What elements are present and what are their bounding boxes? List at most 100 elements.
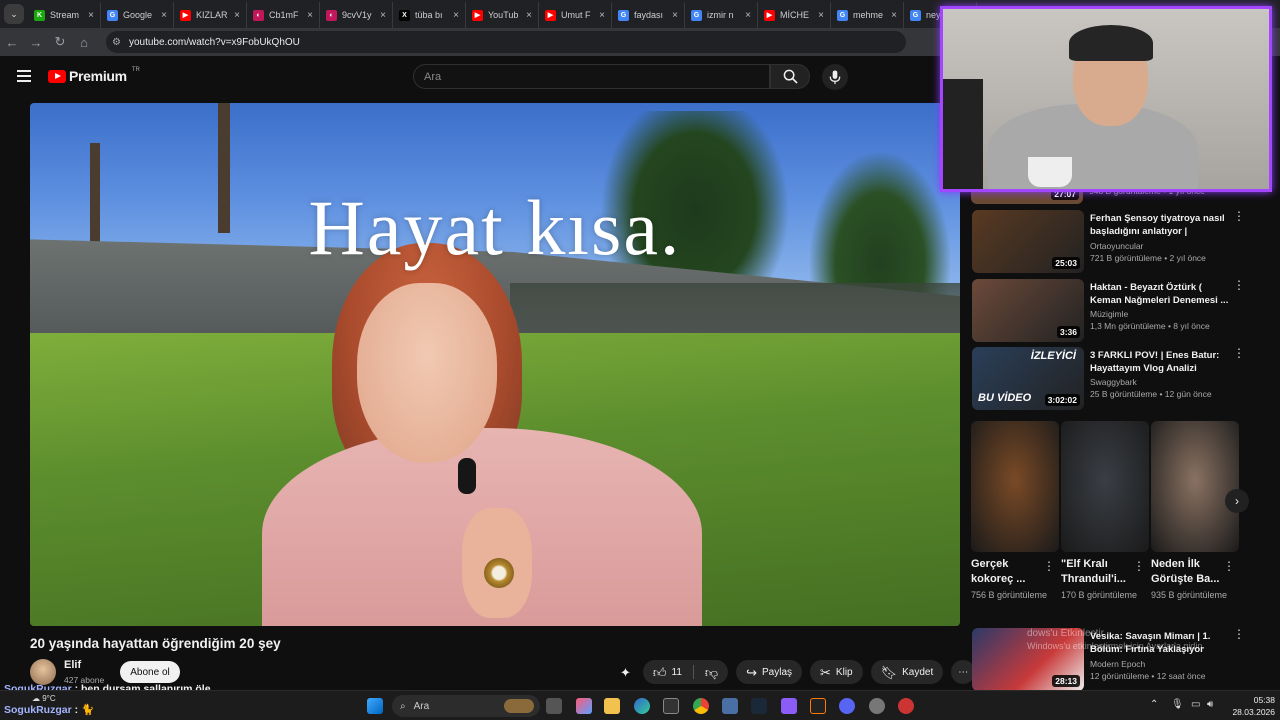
sidebar-video[interactable]: İZLEYİCİ BU VİDEO 3:02:02 3 FARKLI POV! |… [971,347,1251,411]
browser-tab[interactable]: ◐ Cb1mF × [247,2,320,28]
home-button[interactable]: ⌂ [72,35,96,50]
short-thumbnail[interactable] [971,421,1059,552]
store-icon[interactable] [663,698,679,714]
close-icon[interactable]: × [453,10,459,21]
short-title[interactable]: "Elf Kralı Thranduil'i... [1061,557,1141,587]
system-clock[interactable]: 05:38 28.03.2026 [1225,694,1275,718]
gift-icon[interactable]: ✦ [620,666,631,679]
short-title[interactable]: Gerçek kokoreç ... [971,557,1051,587]
browser-tab[interactable]: ◐ 9cvV1y × [320,2,393,28]
forward-button[interactable]: → [24,35,48,50]
short-thumbnail[interactable] [1061,421,1149,552]
more-options-icon[interactable]: ⋮ [1223,560,1235,572]
save-button[interactable]: 🔖︎ Kaydet [870,660,944,684]
search-input[interactable]: Ara [413,64,770,89]
tab-title: Stream [50,10,80,20]
taskbar-search-label: Ara [413,700,430,712]
browser-tab[interactable]: ▶ YouTub × [466,2,539,28]
copilot-icon[interactable] [576,698,592,714]
more-options-icon[interactable]: ⋮ [1233,628,1245,640]
menu-icon[interactable] [17,70,31,85]
browser-tab[interactable]: Gmehme × [831,2,904,28]
browser-tab[interactable]: K Stream × [28,2,101,28]
bookmark-icon: 🔖︎ [880,664,898,680]
short-title[interactable]: Neden İlk Görüşte Ba... [1151,557,1231,587]
tray-overflow-icon[interactable]: ⌃ [1150,699,1158,710]
sidebar-video[interactable]: 25:03 Ferhan Şensoy tiyatroya nasıl başl… [971,210,1251,274]
share-button[interactable]: ↪ Paylaş [736,660,803,684]
short-thumbnail[interactable] [1151,421,1239,552]
close-icon[interactable]: × [234,10,240,21]
close-icon[interactable]: × [380,10,386,21]
video-subject [262,243,702,626]
video-title: Ferhan Şensoy tiyatroya nasıl başladığın… [1090,213,1225,237]
sidebar-video-bottom[interactable]: 28:13 Vesika: Savaşın Mimarı | 1. Bölüm:… [971,628,1251,692]
like-button[interactable]: 👍︎ 11 👎︎ [642,660,729,684]
browser-tab[interactable]: ▶ MİCHE × [758,2,831,28]
more-options-icon[interactable]: ⋮ [1043,560,1055,572]
tab-search-button[interactable]: ⌄ [4,4,24,24]
settings-icon[interactable] [869,698,885,714]
close-icon[interactable]: × [526,10,532,21]
video-overlay-text: Hayat kısa. [308,184,682,271]
browser-tab[interactable]: ▶ KIZLAR × [174,2,247,28]
more-options-icon[interactable]: ⋮ [1233,279,1245,291]
tab-title: Umut F [561,10,591,20]
steam-icon[interactable] [751,698,767,714]
browser-tab[interactable]: ▶ Umut F × [539,2,612,28]
channel-info: Elif 427 abone [30,659,104,685]
voice-search-button[interactable] [822,64,848,90]
chevron-right-icon: › [1235,494,1239,508]
taskbar-search[interactable]: ⌕ Ara [392,695,540,717]
save-label: Kaydet [902,666,934,678]
close-icon[interactable]: × [599,10,605,21]
reload-button[interactable]: ↻ [48,34,72,50]
clip-button[interactable]: ✂ Klip [810,660,863,684]
browser-tab[interactable]: Gfaydası × [612,2,685,28]
close-icon[interactable]: × [745,10,751,21]
network-icon[interactable]: ▭ [1191,699,1200,710]
youtube-logo[interactable]: Premium TR [48,67,140,84]
search-icon: ⌕ [400,700,406,712]
gem-app-icon[interactable] [781,698,797,714]
discord-icon[interactable] [839,698,855,714]
back-button[interactable]: ← [0,35,24,50]
microphone-tray-icon[interactable]: 🎙︎ [1171,699,1184,710]
volume-icon[interactable]: 🔊︎ [1207,699,1213,710]
windows-start-icon[interactable] [367,698,383,714]
streamer-cap [1069,25,1153,61]
close-icon[interactable]: × [161,10,167,21]
browser-tab[interactable]: Xtüba bı × [393,2,466,28]
more-options-icon[interactable]: ⋮ [1233,347,1245,359]
close-icon[interactable]: × [891,10,897,21]
browser-tab[interactable]: Gizmir n × [685,2,758,28]
channel-avatar[interactable] [30,659,56,685]
video-duration: 28:13 [1052,675,1080,687]
tab-favicon-icon: ▶ [764,9,775,21]
search-button[interactable] [770,64,810,89]
file-explorer-icon[interactable] [604,698,620,714]
browser-tab[interactable]: G Google × [101,2,174,28]
recording-app-icon[interactable] [898,698,914,714]
site-info-icon[interactable]: ⚙ [112,37,121,48]
thumbs-down-icon[interactable]: 👎︎ [705,666,718,679]
video-actions: ✦ 👍︎ 11 👎︎ ↪ Paylaş ✂ Klip 🔖︎ Kaydet ⋯ [620,660,976,684]
shorts-next-button[interactable]: › [1225,489,1249,513]
task-view-icon[interactable] [546,698,562,714]
sidebar-video[interactable]: 3:36 Haktan - Beyazıt Öztürk ( Keman Nağ… [971,279,1251,343]
obs-app-icon[interactable] [810,698,826,714]
close-icon[interactable]: × [818,10,824,21]
video-player[interactable]: Hayat kısa. [30,103,960,626]
app-icon[interactable] [722,698,738,714]
more-options-icon[interactable]: ⋮ [1133,560,1145,572]
chrome-icon[interactable] [693,698,709,714]
close-icon[interactable]: × [672,10,678,21]
channel-name[interactable]: Elif [64,659,104,671]
edge-icon[interactable] [634,698,650,714]
close-icon[interactable]: × [88,10,94,21]
close-icon[interactable]: × [307,10,313,21]
channel-name: Modern Epoch [1090,659,1146,669]
address-bar[interactable]: ⚙ youtube.com/watch?v=x9FobUkQhOU [106,31,906,53]
subscribe-button[interactable]: Abone ol [120,661,180,683]
more-options-icon[interactable]: ⋮ [1233,210,1245,222]
